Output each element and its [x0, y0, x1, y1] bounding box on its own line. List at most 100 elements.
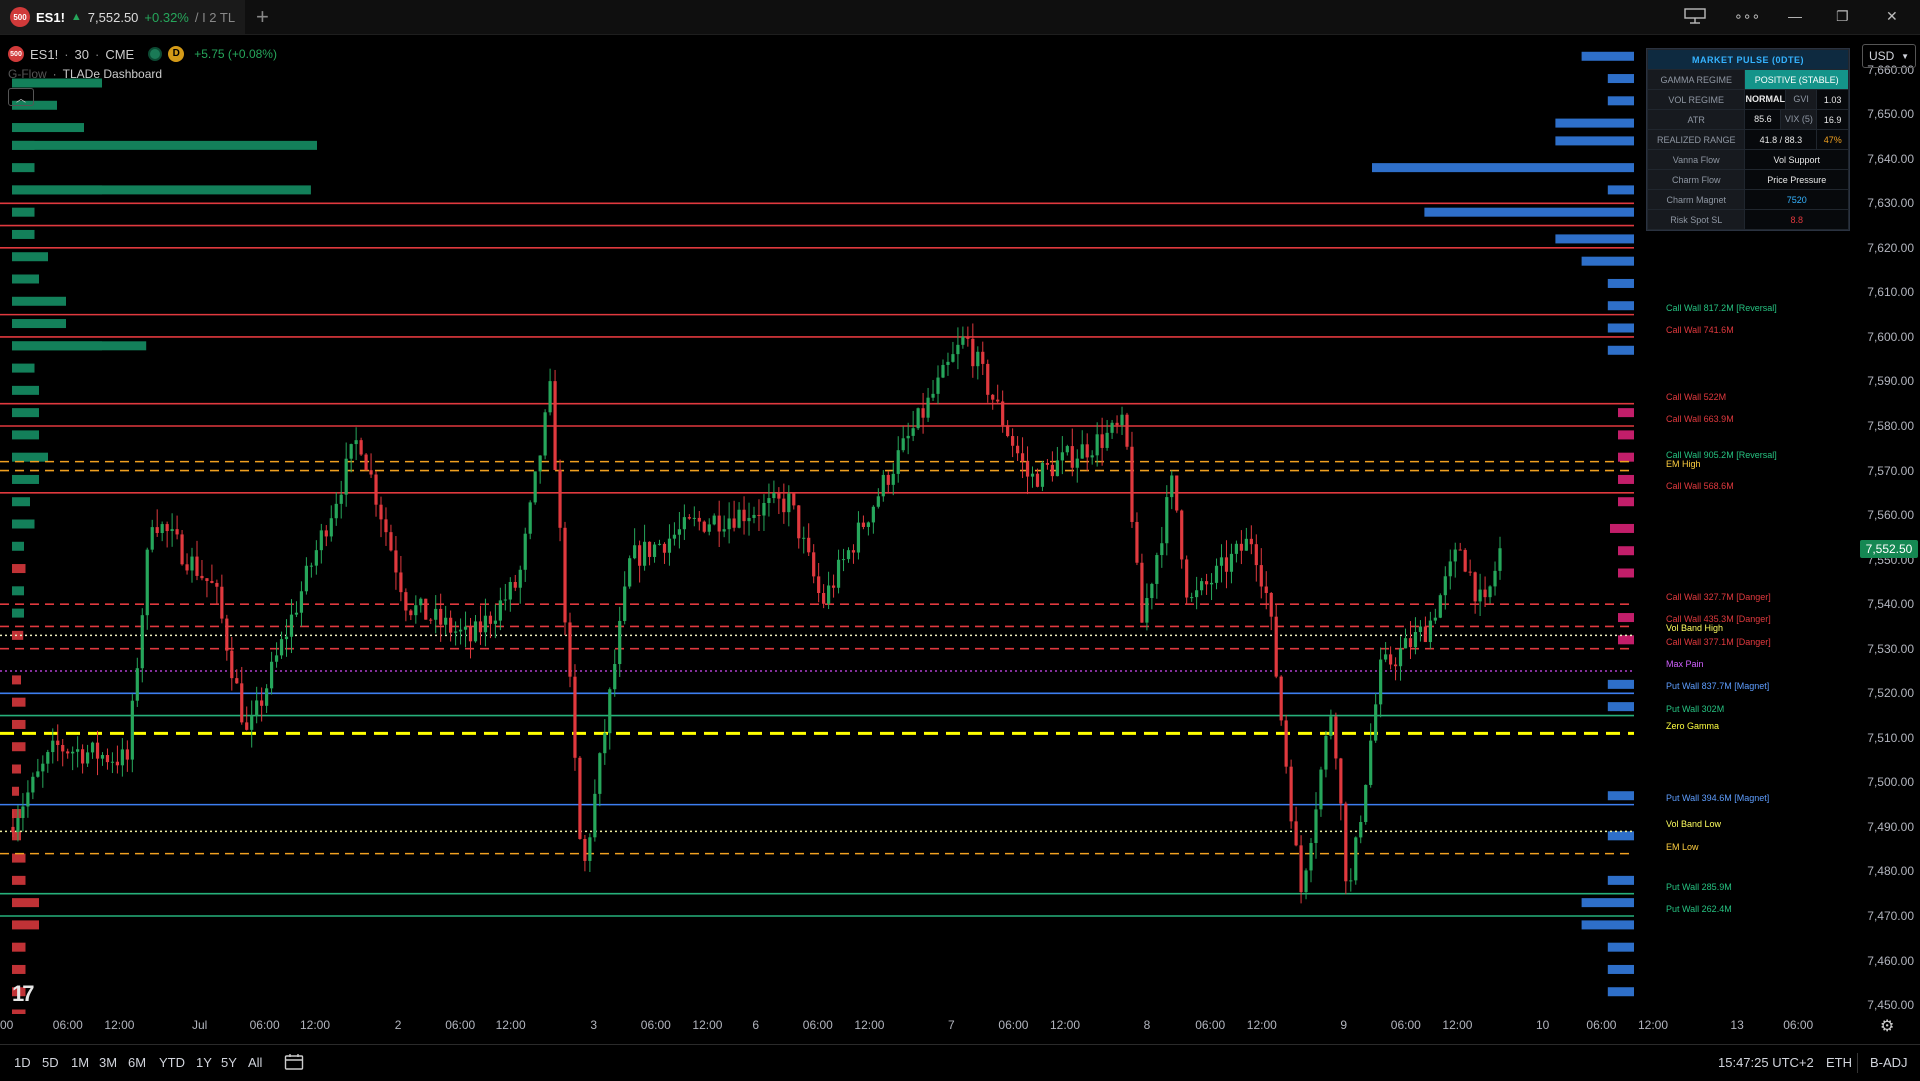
close-icon[interactable]: ✕ [1886, 8, 1898, 25]
timeframe-1d[interactable]: 1D [14, 1055, 31, 1070]
level-label: Put Wall 262.4M [1666, 904, 1732, 914]
candle-body [503, 599, 507, 601]
price-chart[interactable] [0, 34, 1858, 1014]
timeframe-3m[interactable]: 3M [99, 1055, 117, 1070]
candle-body [598, 753, 602, 794]
timeframe-5d[interactable]: 5D [42, 1055, 59, 1070]
candle-body [1249, 538, 1253, 545]
candle-body [647, 541, 652, 557]
currency-select[interactable]: USD ▼ [1862, 44, 1916, 68]
timeframe-6m[interactable]: 6M [128, 1055, 146, 1070]
candle-body [235, 678, 239, 684]
candle-body [369, 470, 373, 475]
gamma-bar-magenta [1618, 546, 1634, 556]
candle-body [1428, 620, 1432, 643]
adjustment-toggle[interactable]: B-ADJ [1870, 1055, 1908, 1070]
candle-body [1001, 401, 1005, 426]
time-tick: 06:00 [640, 1018, 671, 1032]
timeframe-ytd[interactable]: YTD [159, 1055, 185, 1070]
candle-body [697, 517, 701, 522]
timeframe-1m[interactable]: 1M [71, 1055, 89, 1070]
candle-body [742, 509, 746, 522]
candle-body [1085, 444, 1089, 458]
minimize-icon[interactable]: — [1788, 8, 1802, 24]
layout-icon[interactable] [1684, 8, 1706, 27]
candle-body [1105, 432, 1109, 448]
maximize-icon[interactable]: ❐ [1836, 8, 1849, 25]
candle-body [220, 586, 224, 619]
candle-body [518, 569, 522, 588]
candle-body [931, 393, 935, 398]
candle-body [891, 473, 895, 485]
candle-body [1344, 803, 1348, 882]
volume-bar-red [12, 675, 21, 685]
legend-interval: 30 [74, 46, 89, 62]
timeframe-1y[interactable]: 1Y [196, 1055, 212, 1070]
tradingview-logo-icon[interactable]: 17 [12, 981, 35, 1007]
candle-body [802, 537, 806, 539]
candle-body [1274, 616, 1278, 677]
calendar-icon[interactable] [284, 1053, 304, 1074]
volume-bar-red [12, 1009, 26, 1014]
candle-body [1478, 589, 1482, 602]
candle-body [896, 450, 900, 474]
candle-body [374, 474, 378, 505]
candle-body [493, 620, 497, 624]
volume-bar-green [12, 363, 35, 373]
level-label: Max Pain [1666, 659, 1704, 669]
candle-body [1403, 638, 1408, 649]
candle-body [1160, 543, 1164, 556]
tab-arrow-icon: ▲ [70, 11, 82, 23]
price-tick: 7,480.00 [1867, 864, 1914, 879]
chart-tab[interactable]: 500 ES1! ▲ 7,552.50 +0.32% / I 2 TL [0, 0, 245, 34]
candle-body [672, 534, 677, 539]
candle-body [349, 444, 353, 459]
gamma-bar-magenta [1618, 635, 1634, 645]
candle-body [1011, 436, 1015, 446]
symbol-legend-row[interactable]: 500 ES1! · 30 · CME D +5.75 (+0.08%) [8, 44, 277, 64]
volume-bar-green [12, 474, 39, 484]
new-tab-plus-icon[interactable]: + [256, 4, 269, 30]
timeframe-all[interactable]: All [248, 1055, 262, 1070]
price-tick: 7,500.00 [1867, 775, 1914, 790]
price-tick: 7,580.00 [1867, 419, 1914, 433]
time-tick: 12:00 [495, 1018, 526, 1032]
candle-body [1065, 446, 1069, 453]
candle-body [662, 543, 667, 553]
gamma-bar-blue [1607, 323, 1634, 333]
volume-bar-green [12, 341, 147, 351]
candle-body [319, 530, 323, 551]
candle-body [76, 749, 80, 752]
indicator-legend-row[interactable]: G-Flow · TLADe Dashboard [8, 64, 277, 84]
gamma-bar-blue [1607, 679, 1634, 689]
candle-body [230, 650, 234, 679]
price-tick: 7,460.00 [1867, 953, 1914, 968]
candle-body [871, 506, 875, 523]
timeframe-5y[interactable]: 5Y [221, 1055, 237, 1070]
chevron-down-icon: ▼ [1901, 51, 1909, 61]
candle-body [951, 354, 955, 362]
price-tick: 7,540.00 [1867, 597, 1914, 612]
settings-gear-icon[interactable]: ⚙ [1880, 1016, 1894, 1036]
session-toggle[interactable]: ETH [1826, 1055, 1852, 1070]
candle-body [1299, 845, 1303, 893]
candle-body [563, 527, 567, 623]
clock[interactable]: 15:47:25 UTC+2 [1718, 1055, 1814, 1070]
collapse-legend-button[interactable]: ︿ [8, 88, 34, 106]
price-axis[interactable]: 7,660.00 7,650.00 7,640.00 7,630.00 7,620.00… [1858, 34, 1920, 1014]
time-tick: 12:00 [1442, 1018, 1473, 1032]
more-options-icon[interactable]: ∘∘∘ [1734, 8, 1760, 25]
candle-body [294, 612, 299, 615]
candle-body [1433, 617, 1437, 621]
price-tick: 7,520.00 [1867, 686, 1914, 701]
candle-body [419, 598, 423, 606]
candle-body [145, 549, 149, 616]
candle-body [1015, 445, 1020, 454]
gamma-bar-blue [1607, 831, 1634, 841]
candle-body [1309, 843, 1313, 871]
volume-bar-green [12, 296, 66, 306]
legend-exchange: CME [105, 46, 135, 62]
volume-bar-green [12, 497, 30, 507]
candle-body [916, 408, 920, 429]
candle-body [1035, 473, 1040, 487]
